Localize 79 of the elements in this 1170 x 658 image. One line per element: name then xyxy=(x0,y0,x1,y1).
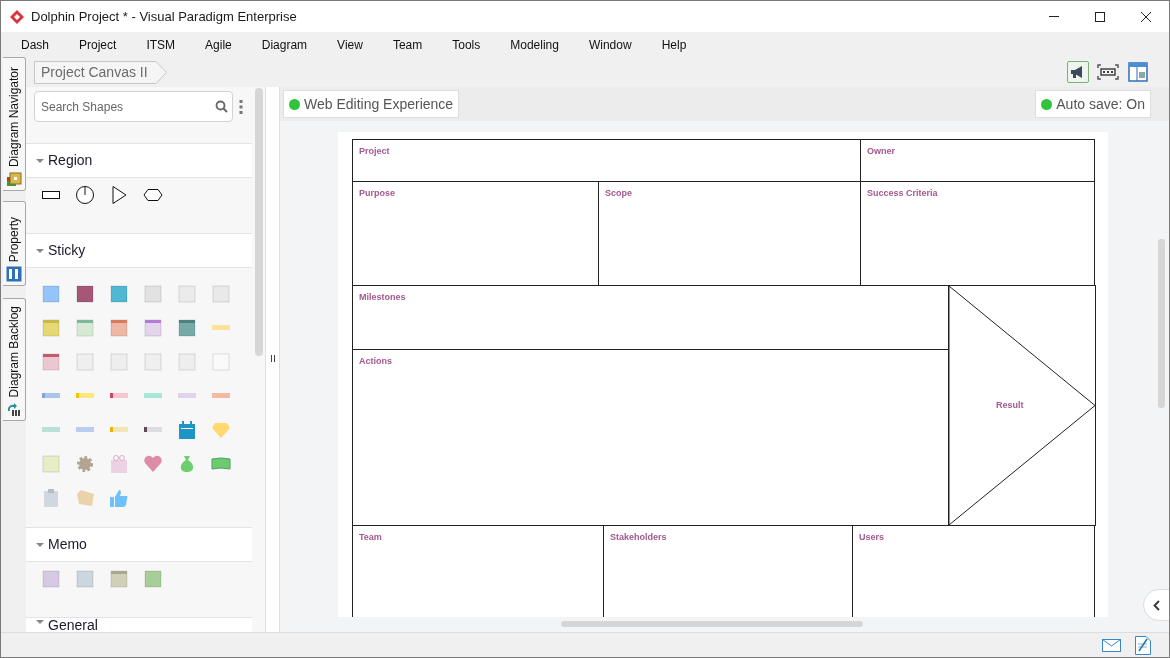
cell-label: Users xyxy=(859,531,885,544)
sticky-note-icon[interactable] xyxy=(109,318,129,338)
cell-label: Success Criteria xyxy=(867,187,938,200)
minimize-icon xyxy=(1049,16,1059,17)
cell-label: Scope xyxy=(605,187,632,200)
cell-label: Owner xyxy=(867,145,895,158)
layout-button[interactable] xyxy=(1127,61,1149,83)
cell-label: Stakeholders xyxy=(610,531,667,544)
sticky-note-icon[interactable] xyxy=(109,569,129,589)
sticky-note-icon[interactable] xyxy=(41,352,61,372)
triangle-shape-icon[interactable] xyxy=(109,185,129,205)
cell-label: Result xyxy=(996,399,1024,412)
sticky-note-icon[interactable] xyxy=(143,318,163,338)
folder-stack-icon xyxy=(6,171,22,187)
scrollbar-thumb[interactable] xyxy=(561,621,863,627)
menu-item[interactable]: Project xyxy=(64,35,132,54)
side-tab[interactable]: Diagram Navigator xyxy=(3,57,26,191)
menu-item[interactable]: Help xyxy=(646,35,702,54)
menu-item[interactable]: View xyxy=(322,35,378,54)
side-tab[interactable]: Diagram Backlog xyxy=(3,298,26,421)
window-title: Dolphin Project * - Visual Paradigm Enterprise xyxy=(31,7,297,26)
backlog-icon xyxy=(6,401,22,417)
menu-item[interactable]: Window xyxy=(573,35,647,54)
section-title: Region xyxy=(48,151,93,170)
menu-item[interactable]: Tools xyxy=(437,35,496,54)
caret-down-icon[interactable] xyxy=(36,246,44,255)
section-title: Memo xyxy=(48,535,87,554)
cell-label: Milestones xyxy=(359,291,406,304)
app-logo-icon xyxy=(10,9,24,24)
menu-item[interactable]: Dash xyxy=(6,35,64,54)
sticky-note-icon[interactable] xyxy=(75,284,95,304)
caret-down-icon[interactable] xyxy=(36,540,44,549)
more-options-icon[interactable] xyxy=(239,100,243,114)
close-icon xyxy=(1141,11,1151,22)
sticky-note-icon[interactable] xyxy=(177,318,197,338)
menu-item[interactable]: ITSM xyxy=(131,35,191,54)
menu-item[interactable]: Diagram xyxy=(246,35,323,54)
megaphone-button[interactable] xyxy=(1067,61,1089,83)
menu-item[interactable]: Modeling xyxy=(495,35,574,54)
search-field[interactable]: Search Shapes xyxy=(34,91,233,122)
clipboard-icon[interactable] xyxy=(41,488,61,508)
maximize-icon xyxy=(1095,11,1105,22)
mail-icon[interactable] xyxy=(1102,638,1121,652)
fit-to-screen-button[interactable] xyxy=(1097,61,1119,83)
splitter-grip-icon[interactable] xyxy=(270,355,275,362)
fit-to-screen-icon xyxy=(1097,64,1119,80)
circle-shape-icon[interactable] xyxy=(75,185,95,205)
cell-label: Actions xyxy=(359,355,392,368)
auto-save-button[interactable]: Auto save: On xyxy=(1035,90,1151,118)
status-dot-icon xyxy=(289,98,300,110)
gift-icon[interactable] xyxy=(109,454,129,474)
web-editing-button[interactable]: Web Editing Experience xyxy=(283,90,460,118)
caret-down-icon[interactable] xyxy=(36,156,44,165)
sticky-note-icon[interactable] xyxy=(75,318,95,338)
search-icon[interactable] xyxy=(215,100,228,113)
cell-label: Project xyxy=(359,145,390,158)
side-tab[interactable]: Property xyxy=(3,201,26,286)
layout-icon xyxy=(1128,62,1148,82)
menu-item[interactable]: Team xyxy=(377,35,438,54)
scrollbar-thumb[interactable] xyxy=(255,88,263,356)
diamond-icon[interactable] xyxy=(211,420,231,440)
section-title: General xyxy=(48,618,98,632)
sticky-note-icon[interactable] xyxy=(109,284,129,304)
tag-icon[interactable] xyxy=(75,488,95,508)
scrollbar-thumb[interactable] xyxy=(1158,239,1165,408)
section-title: Sticky xyxy=(48,241,86,260)
note-icon[interactable] xyxy=(1135,635,1151,655)
calendar-icon[interactable] xyxy=(177,420,197,440)
menu-item[interactable]: Agile xyxy=(190,35,247,54)
property-icon xyxy=(6,266,22,282)
cell-label: Team xyxy=(359,531,382,544)
chevron-left-icon xyxy=(1153,599,1160,611)
thumbs-up-icon[interactable] xyxy=(109,488,129,508)
caret-down-icon[interactable] xyxy=(36,618,44,626)
breadcrumb[interactable]: Project Canvas II xyxy=(34,60,166,84)
heart-icon[interactable] xyxy=(143,454,163,474)
gear-icon[interactable] xyxy=(75,454,95,474)
cell-label: Purpose xyxy=(359,187,395,200)
status-dot-icon xyxy=(1041,98,1053,110)
